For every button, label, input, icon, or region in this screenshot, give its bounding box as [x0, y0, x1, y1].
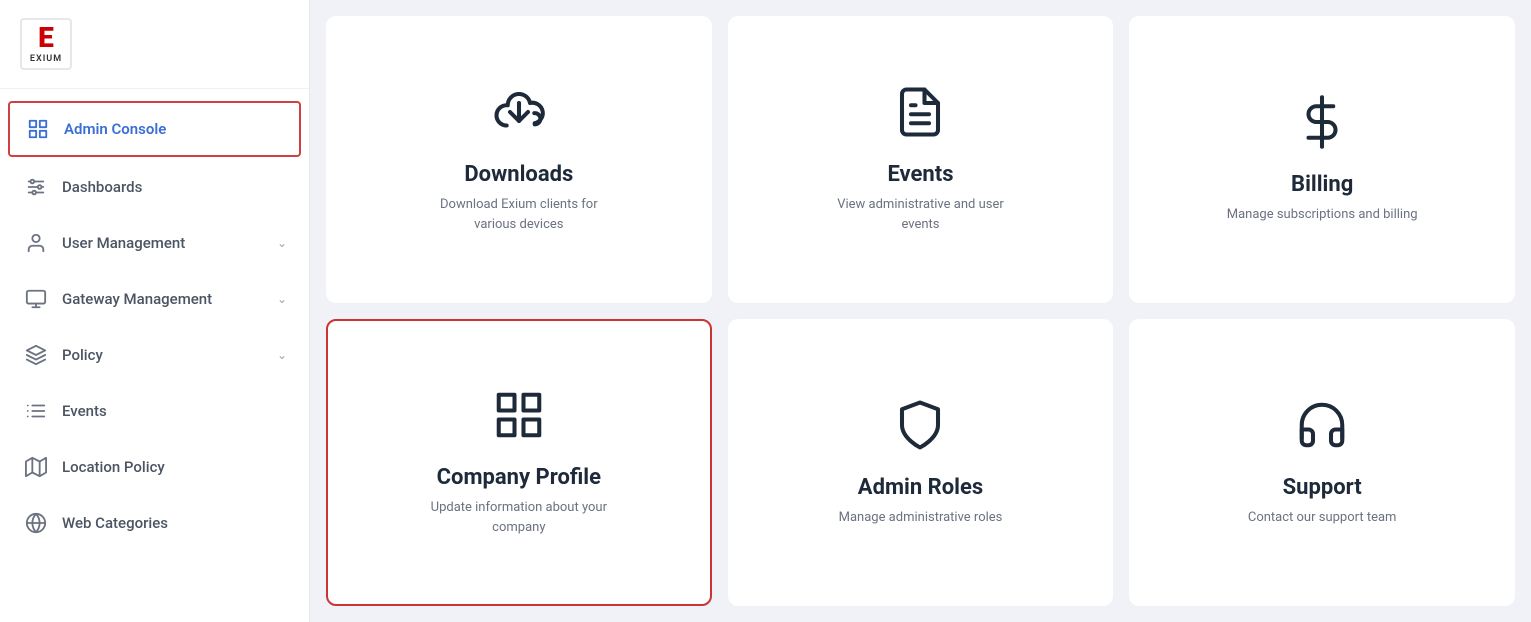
user-icon [22, 229, 50, 257]
logo-inner: E EXIUM [30, 24, 62, 64]
company-profile-title: Company Profile [437, 465, 601, 490]
events-card[interactable]: Events View administrative and user even… [728, 16, 1114, 303]
sidebar-item-gateway-management[interactable]: Gateway Management ⌄ [0, 271, 309, 327]
sidebar-item-label: Location Policy [62, 458, 165, 476]
list-icon [22, 397, 50, 425]
sidebar-item-events[interactable]: Events [0, 383, 309, 439]
logo-box: E EXIUM [20, 18, 72, 70]
sidebar-item-dashboards[interactable]: Dashboards [0, 159, 309, 215]
sidebar-item-admin-console[interactable]: Admin Console [8, 101, 301, 157]
layers-icon [22, 341, 50, 369]
support-card[interactable]: Support Contact our support team [1129, 319, 1515, 606]
sidebar-item-location-policy[interactable]: Location Policy [0, 439, 309, 495]
chevron-down-icon: ⌄ [277, 292, 287, 306]
chevron-down-icon: ⌄ [277, 348, 287, 362]
globe-icon [22, 509, 50, 537]
events-desc: View administrative and user events [820, 195, 1020, 234]
sidebar-item-label: Policy [62, 346, 103, 364]
billing-card[interactable]: Billing Manage subscriptions and billing [1129, 16, 1515, 303]
chevron-down-icon: ⌄ [277, 236, 287, 250]
sidebar-item-label: Dashboards [62, 178, 142, 196]
logo-letter: E [38, 24, 54, 52]
monitor-icon [22, 285, 50, 313]
billing-title: Billing [1291, 172, 1353, 197]
logo-text: EXIUM [30, 54, 62, 64]
admin-roles-desc: Manage administrative roles [839, 508, 1003, 528]
sidebar-item-policy[interactable]: Policy ⌄ [0, 327, 309, 383]
sidebar-item-label: User Management [62, 234, 185, 252]
sidebar-nav: Admin Console Dashboards User Management… [0, 89, 309, 561]
sidebar-item-label: Admin Console [64, 120, 166, 138]
sidebar-item-user-management[interactable]: User Management ⌄ [0, 215, 309, 271]
support-title: Support [1283, 475, 1362, 500]
headphones-icon [1295, 398, 1349, 461]
support-desc: Contact our support team [1248, 508, 1397, 528]
admin-roles-card[interactable]: Admin Roles Manage administrative roles [728, 319, 1114, 606]
events-title: Events [887, 162, 953, 187]
company-profile-card[interactable]: Company Profile Update information about… [326, 319, 712, 606]
sidebar-item-label: Web Categories [62, 514, 168, 532]
sidebar: E EXIUM Admin Console Dash [0, 0, 310, 622]
logo-area: E EXIUM [0, 0, 309, 89]
downloads-desc: Download Exium clients for various devic… [419, 195, 619, 234]
company-profile-desc: Update information about your company [419, 498, 619, 537]
sliders-icon [22, 173, 50, 201]
downloads-title: Downloads [464, 162, 573, 187]
admin-roles-title: Admin Roles [858, 475, 983, 500]
cloud-download-icon [492, 85, 546, 148]
sidebar-item-label: Events [62, 402, 107, 420]
grid-icon [24, 115, 52, 143]
main-content: Downloads Download Exium clients for var… [310, 0, 1531, 622]
sidebar-item-web-categories[interactable]: Web Categories [0, 495, 309, 551]
map-icon [22, 453, 50, 481]
downloads-card[interactable]: Downloads Download Exium clients for var… [326, 16, 712, 303]
grid4-icon [492, 388, 546, 451]
sidebar-item-label: Gateway Management [62, 290, 212, 308]
dollar-icon [1295, 95, 1349, 158]
billing-desc: Manage subscriptions and billing [1227, 205, 1418, 225]
shield-icon [893, 398, 947, 461]
file-text-icon [893, 85, 947, 148]
